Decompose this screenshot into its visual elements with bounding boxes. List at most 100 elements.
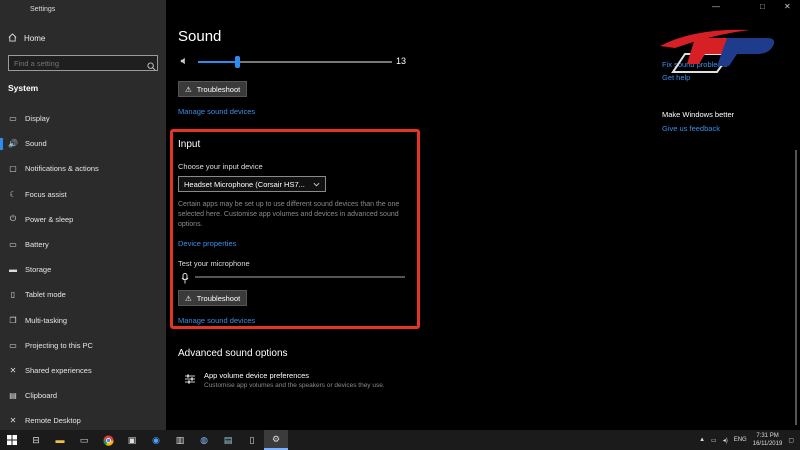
file-explorer-icon[interactable]: ▬ bbox=[48, 430, 72, 450]
settings-app-icon[interactable]: ▥ bbox=[168, 430, 192, 450]
steam-icon[interactable]: ◍ bbox=[192, 430, 216, 450]
home-icon bbox=[8, 33, 17, 44]
tray-volume-icon[interactable]: ◂) bbox=[723, 437, 728, 444]
sidebar-item-label: Battery bbox=[25, 240, 49, 250]
sidebar-item-label: Multi-tasking bbox=[25, 315, 68, 325]
page-title: Sound bbox=[178, 28, 222, 45]
scrollbar[interactable] bbox=[795, 150, 797, 425]
app-volume-link[interactable]: App volume device preferences bbox=[204, 371, 309, 380]
choose-input-label: Choose your input device bbox=[178, 162, 263, 171]
input-heading: Input bbox=[178, 139, 201, 150]
sidebar-item-label: Tablet mode bbox=[25, 290, 66, 300]
cortana-app-icon[interactable]: ◉ bbox=[144, 430, 168, 450]
dropdown-value: Headset Microphone (Corsair HS7... bbox=[184, 179, 305, 189]
snipping-tool-icon[interactable]: ▣ bbox=[120, 430, 144, 450]
maximize-button[interactable]: □ bbox=[760, 2, 765, 11]
home-label: Home bbox=[24, 34, 46, 43]
warning-icon: ⚠ bbox=[185, 293, 192, 303]
sidebar-item-notifications[interactable]: ▢ Notifications & actions bbox=[0, 156, 166, 181]
shared-icon: ✕ bbox=[9, 365, 17, 375]
microphone-icon bbox=[181, 271, 189, 289]
sidebar-item-clipboard[interactable]: ▤ Clipboard bbox=[0, 383, 166, 408]
sidebar-item-multitasking[interactable]: ❐ Multi-tasking bbox=[0, 308, 166, 333]
button-label: Troubleshoot bbox=[196, 293, 241, 303]
home-nav-item[interactable]: Home bbox=[8, 33, 45, 44]
section-title: System bbox=[8, 83, 39, 93]
sidebar-item-label: Focus assist bbox=[25, 189, 67, 199]
sidebar-item-label: Projecting to this PC bbox=[25, 340, 93, 350]
notification-icon: ▢ bbox=[9, 164, 17, 174]
sidebar-item-focus-assist[interactable]: ☾ Focus assist bbox=[0, 182, 166, 207]
close-button[interactable]: ✕ bbox=[784, 2, 791, 11]
clock-time: 7:31 PM bbox=[756, 433, 779, 439]
device-properties-link[interactable]: Device properties bbox=[178, 239, 236, 248]
start-button[interactable] bbox=[0, 430, 24, 450]
network-icon[interactable]: ▭ bbox=[711, 437, 717, 444]
phone-app-icon[interactable]: ▯ bbox=[240, 430, 264, 450]
sidebar-item-tablet-mode[interactable]: ▯ Tablet mode bbox=[0, 282, 166, 307]
task-view-icon[interactable]: ⊟ bbox=[24, 430, 48, 450]
button-label: Troubleshoot bbox=[196, 84, 241, 94]
clock-date: 16/11/2019 bbox=[752, 441, 783, 447]
sidebar-item-battery[interactable]: ▭ Battery bbox=[0, 232, 166, 257]
store-icon[interactable]: ▤ bbox=[216, 430, 240, 450]
sliders-icon bbox=[184, 372, 196, 390]
language-indicator[interactable]: ENG bbox=[734, 437, 747, 443]
sidebar-nav: ▭ Display 🔊 Sound ▢ Notifications & actions… bbox=[0, 106, 166, 433]
clock[interactable]: 7:31 PM 16/11/2019 bbox=[753, 432, 783, 448]
speaker-icon: 🔊 bbox=[8, 139, 18, 149]
sidebar-item-power-sleep[interactable]: ⏻ Power & sleep bbox=[0, 207, 166, 232]
system-tray: ▲ ▭ ◂) ENG 7:31 PM 16/11/2019 ▢ bbox=[699, 432, 794, 448]
search-icon[interactable] bbox=[147, 58, 156, 71]
sidebar-item-sound[interactable]: 🔊 Sound bbox=[0, 131, 166, 156]
volume-value: 13 bbox=[396, 56, 407, 66]
clipboard-icon: ▤ bbox=[9, 391, 17, 401]
search-input[interactable] bbox=[8, 55, 158, 71]
tray-up-arrow-icon[interactable]: ▲ bbox=[699, 437, 705, 443]
volume-slider[interactable] bbox=[198, 56, 392, 68]
moon-icon: ☾ bbox=[9, 189, 17, 199]
multitask-icon: ❐ bbox=[9, 315, 17, 325]
sidebar-item-label: Notifications & actions bbox=[25, 164, 99, 174]
feedback-link[interactable]: Give us feedback bbox=[662, 124, 720, 133]
storage-icon: ▬ bbox=[9, 265, 17, 275]
settings-gear-icon[interactable]: ⚙ bbox=[264, 430, 288, 450]
sidebar-item-label: Clipboard bbox=[25, 391, 58, 401]
chevron-down-icon bbox=[313, 180, 320, 189]
power-icon: ⏻ bbox=[9, 214, 17, 224]
sidebar-item-projecting[interactable]: ▭ Projecting to this PC bbox=[0, 333, 166, 358]
warning-icon: ⚠ bbox=[185, 84, 192, 94]
tablet-icon: ▯ bbox=[10, 290, 16, 300]
sidebar-item-label: Remote Desktop bbox=[25, 416, 81, 426]
volume-slider-thumb[interactable] bbox=[234, 56, 240, 68]
mic-level-bar bbox=[195, 276, 405, 278]
output-troubleshoot-button[interactable]: ⚠ Troubleshoot bbox=[178, 81, 248, 97]
battery-icon: ▭ bbox=[9, 240, 17, 250]
sidebar-item-label: Power & sleep bbox=[25, 214, 74, 224]
volume-icon[interactable] bbox=[180, 57, 188, 67]
minimize-button[interactable]: — bbox=[712, 2, 720, 11]
output-manage-devices-link[interactable]: Manage sound devices bbox=[178, 107, 255, 116]
sidebar-item-storage[interactable]: ▬ Storage bbox=[0, 257, 166, 282]
input-device-dropdown[interactable]: Headset Microphone (Corsair HS7... bbox=[178, 176, 326, 192]
window-title: Settings bbox=[30, 6, 56, 13]
sidebar-item-shared-experiences[interactable]: ✕ Shared experiences bbox=[0, 358, 166, 383]
test-mic-label: Test your microphone bbox=[178, 259, 250, 268]
input-troubleshoot-button[interactable]: ⚠ Troubleshoot bbox=[178, 290, 248, 306]
sidebar-item-label: Display bbox=[25, 114, 50, 124]
taskbar: ⊟ ▬ ▭ ▣ ◉ ▥ ◍ ▤ ▯ ⚙ ▲ ▭ ◂) ENG 7:31 PM 1… bbox=[0, 430, 800, 450]
sidebar-item-label: Sound bbox=[25, 139, 47, 149]
volume-slider-fill bbox=[198, 61, 237, 63]
make-windows-better-title: Make Windows better bbox=[662, 110, 735, 119]
notifications-icon[interactable]: ▢ bbox=[788, 437, 794, 444]
sidebar: Settings Home System ▭ Display 🔊 Sound ▢ No… bbox=[0, 0, 166, 430]
projector-icon: ▭ bbox=[9, 340, 17, 350]
sidebar-item-display[interactable]: ▭ Display bbox=[0, 106, 166, 131]
input-description: Certain apps may be set up to use differ… bbox=[178, 201, 400, 228]
sidebar-item-label: Storage bbox=[25, 265, 52, 275]
advanced-heading: Advanced sound options bbox=[178, 348, 288, 359]
monitor-app-icon[interactable]: ▭ bbox=[72, 430, 96, 450]
sidebar-item-label: Shared experiences bbox=[25, 365, 92, 375]
chrome-icon[interactable] bbox=[96, 430, 120, 450]
input-manage-devices-link[interactable]: Manage sound devices bbox=[178, 316, 255, 325]
